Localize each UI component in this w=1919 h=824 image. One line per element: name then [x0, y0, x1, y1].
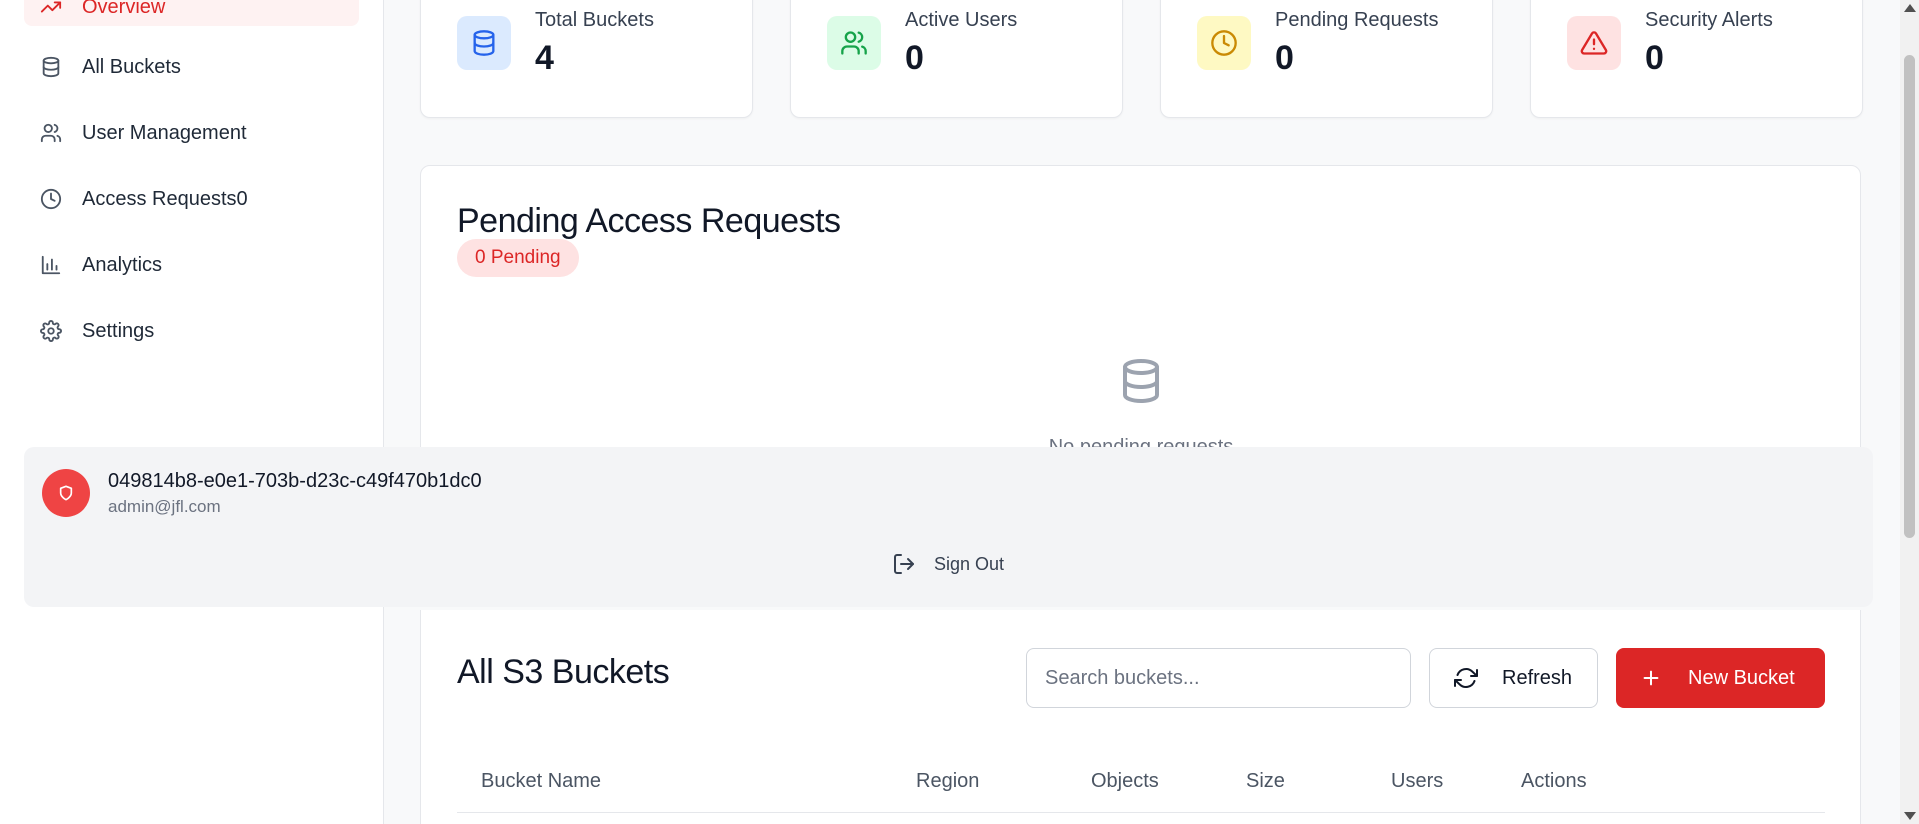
- stat-value: 0: [905, 39, 924, 77]
- log-out-icon: [894, 554, 914, 574]
- buckets-panel: All S3 Buckets Refresh New Bucket Bucket…: [420, 610, 1861, 824]
- bar-chart-icon: [40, 254, 62, 276]
- stat-card-active-users: Active Users 0: [790, 0, 1123, 118]
- column-header-size[interactable]: Size: [1246, 770, 1285, 793]
- users-icon: [827, 16, 881, 70]
- table-divider: [457, 812, 1825, 813]
- shield-icon: [59, 485, 73, 501]
- user-menu-popover: 049814b8-e0e1-703b-d23c-c49f470b1dc0 adm…: [24, 447, 1873, 607]
- sidebar-item-label: Access Requests0: [82, 187, 248, 210]
- stat-card-pending-requests: Pending Requests 0: [1160, 0, 1493, 118]
- trend-icon: [40, 0, 62, 18]
- sidebar: Overview All Buckets User Management Acc…: [0, 0, 384, 824]
- sidebar-item-access-requests[interactable]: Access Requests0: [24, 174, 359, 224]
- database-icon: [457, 16, 511, 70]
- sidebar-item-label: Settings: [82, 319, 155, 342]
- stat-value: 0: [1275, 39, 1294, 77]
- sidebar-item-analytics[interactable]: Analytics: [24, 240, 359, 290]
- scroll-thumb[interactable]: [1904, 55, 1915, 538]
- stat-value: 0: [1645, 39, 1664, 77]
- sidebar-item-label: User Management: [82, 121, 247, 144]
- sidebar-item-user-management[interactable]: User Management: [24, 108, 359, 158]
- panel-title: Pending Access Requests: [457, 202, 841, 240]
- column-header-actions: Actions: [1521, 770, 1587, 792]
- sidebar-item-label: All Buckets: [82, 55, 181, 78]
- column-header-region[interactable]: Region: [916, 770, 979, 793]
- user-email: admin@jfl.com: [108, 497, 221, 516]
- sign-out-label: Sign Out: [934, 553, 1005, 574]
- new-bucket-button[interactable]: New Bucket: [1616, 648, 1825, 708]
- pending-requests-panel: Pending Access Requests 0 Pending No pen…: [420, 165, 1861, 465]
- refresh-button[interactable]: Refresh: [1429, 648, 1598, 708]
- search-input[interactable]: [1026, 648, 1411, 708]
- stat-label: Total Buckets: [535, 9, 654, 31]
- plus-icon: [1643, 670, 1659, 686]
- scroll-up-arrow[interactable]: [1904, 4, 1916, 12]
- scroll-down-arrow[interactable]: [1904, 812, 1916, 820]
- stat-card-security-alerts: Security Alerts 0: [1530, 0, 1863, 118]
- new-bucket-label: New Bucket: [1688, 666, 1795, 689]
- clock-icon: [1197, 16, 1251, 70]
- panel-title: All S3 Buckets: [457, 653, 670, 691]
- user-id: 049814b8-e0e1-703b-d23c-c49f470b1dc0: [108, 470, 482, 492]
- sidebar-item-label: Overview: [82, 0, 166, 18]
- sign-out-button[interactable]: Sign Out: [892, 552, 1004, 576]
- gear-icon: [40, 320, 62, 342]
- users-icon: [40, 122, 62, 144]
- refresh-label: Refresh: [1502, 666, 1573, 689]
- sidebar-item-overview[interactable]: Overview: [24, 0, 359, 26]
- refresh-icon: [1454, 668, 1478, 688]
- stat-card-total-buckets: Total Buckets 4: [420, 0, 753, 118]
- sidebar-item-settings[interactable]: Settings: [24, 306, 359, 356]
- stat-label: Active Users: [905, 9, 1018, 31]
- stat-value: 4: [535, 39, 554, 77]
- database-icon: [1117, 356, 1165, 406]
- column-header-objects[interactable]: Objects: [1091, 770, 1159, 793]
- avatar: [42, 469, 90, 517]
- scrollbar[interactable]: [1900, 0, 1919, 824]
- alert-triangle-icon: [1567, 16, 1621, 70]
- stat-label: Security Alerts: [1645, 9, 1773, 31]
- clock-icon: [40, 188, 62, 210]
- column-header-users[interactable]: Users: [1391, 770, 1443, 793]
- column-header-bucket-name[interactable]: Bucket Name: [481, 770, 601, 793]
- stat-label: Pending Requests: [1275, 9, 1439, 31]
- sidebar-item-all-buckets[interactable]: All Buckets: [24, 42, 359, 92]
- database-icon: [40, 56, 62, 78]
- pending-badge: 0 Pending: [457, 239, 579, 277]
- sidebar-item-label: Analytics: [82, 253, 163, 276]
